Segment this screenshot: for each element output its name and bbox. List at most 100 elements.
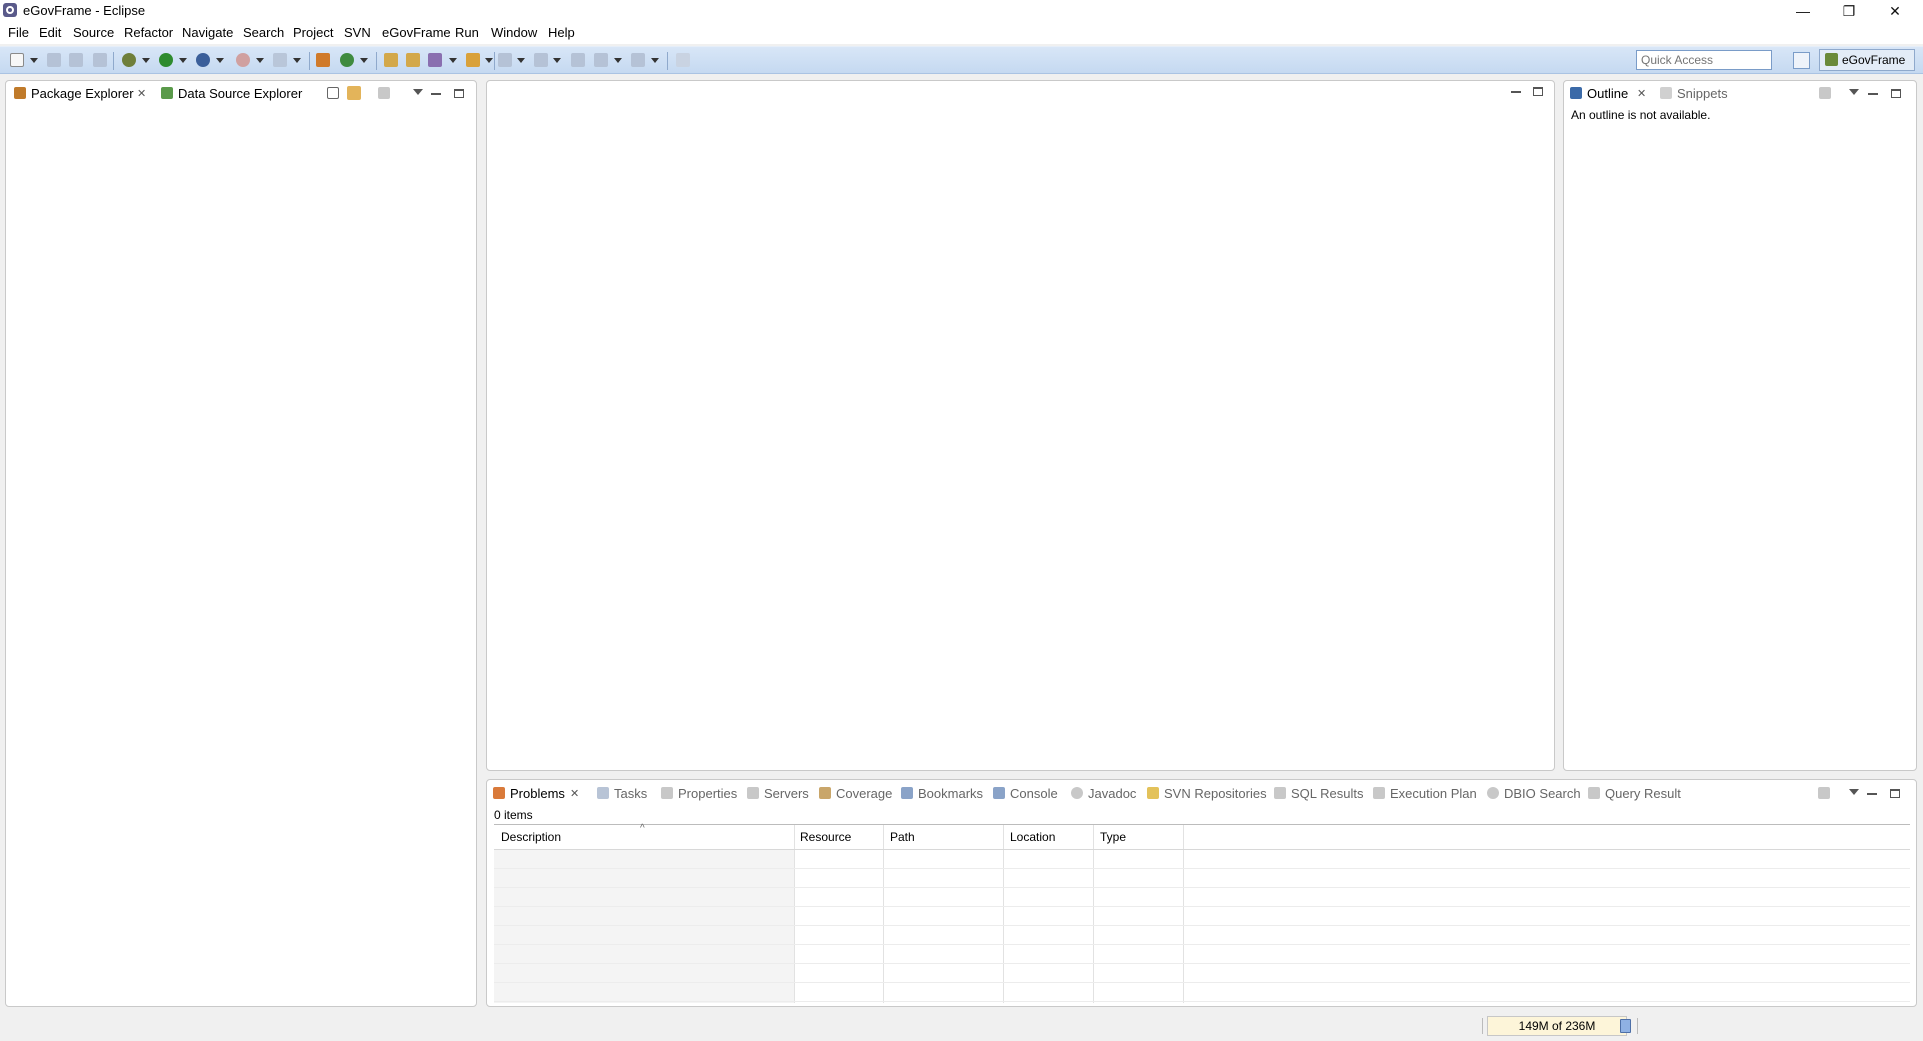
egovframe-perspective-button[interactable]: eGovFrame [1819,49,1915,71]
tab-outline[interactable]: Outline [1570,86,1628,101]
close-tab-icon[interactable]: ✕ [1637,87,1646,100]
view-menu-icon[interactable] [1849,89,1859,95]
close-button[interactable]: ✕ [1872,0,1918,22]
last-edit-location-icon[interactable] [571,53,585,67]
minimize-view-icon[interactable] [1868,93,1878,95]
filter-icon[interactable] [378,87,390,99]
minimize-view-icon[interactable] [1867,793,1877,795]
quick-access-input[interactable] [1636,50,1772,70]
menu-edit[interactable]: Edit [39,25,61,40]
previous-annotation-icon[interactable] [534,53,548,67]
tab-bookmarks[interactable]: Bookmarks [901,786,983,801]
view-menu-icon[interactable] [1849,789,1859,795]
close-tab-icon[interactable]: ✕ [137,87,146,100]
menu-search[interactable]: Search [243,25,284,40]
tab-javadoc[interactable]: Javadoc [1071,786,1136,801]
menu-project[interactable]: Project [293,25,333,40]
run-dropdown-icon[interactable] [179,58,187,63]
search-dropdown-icon[interactable] [449,58,457,63]
menu-file[interactable]: File [8,25,29,40]
link-with-editor-icon[interactable] [347,86,361,100]
minimize-button[interactable]: — [1780,0,1826,22]
menu-svn[interactable]: SVN [344,25,371,40]
server-dropdown-icon[interactable] [293,58,301,63]
tab-execution-plan[interactable]: Execution Plan [1373,786,1477,801]
debug-icon[interactable] [122,53,136,67]
menu-help[interactable]: Help [548,25,575,40]
external-tools-dropdown-icon[interactable] [256,58,264,63]
garbage-collect-icon[interactable] [1620,1019,1631,1033]
outline-empty-message: An outline is not available. [1571,108,1711,122]
next-annotation-icon[interactable] [498,53,512,67]
back-dropdown-icon[interactable] [614,58,622,63]
coverage-dropdown-icon[interactable] [216,58,224,63]
maximize-view-icon[interactable] [1891,89,1901,98]
new-icon[interactable] [10,53,24,67]
tab-properties[interactable]: Properties [661,786,737,801]
menu-refactor[interactable]: Refactor [124,25,173,40]
open-task-icon[interactable] [466,53,480,67]
heap-status[interactable]: 149M of 236M [1487,1016,1627,1036]
next-annotation-dropdown-icon[interactable] [517,58,525,63]
menu-egovframe[interactable]: eGovFrame [382,25,451,40]
tab-problems[interactable]: Problems [493,786,565,801]
maximize-view-icon[interactable] [1890,789,1900,798]
tab-sql-results[interactable]: SQL Results [1274,786,1364,801]
view-menu-icon[interactable] [413,89,423,95]
column-header-location[interactable]: Location [1010,830,1055,844]
new-dropdown-icon[interactable] [30,58,38,63]
minimize-view-icon[interactable] [431,93,441,95]
collapse-all-icon[interactable] [327,87,339,99]
pin-editor-icon[interactable] [676,53,690,67]
tab-svn-repositories[interactable]: SVN Repositories [1147,786,1267,801]
print-icon[interactable] [93,53,107,67]
problems-table[interactable]: Description ^ Resource Path Location Typ… [494,823,1910,1003]
focus-icon[interactable] [1819,87,1831,99]
tab-coverage[interactable]: Coverage [819,786,892,801]
column-header-type[interactable]: Type [1100,830,1126,844]
tab-package-explorer[interactable]: Package Explorer [14,86,134,101]
column-header-path[interactable]: Path [890,830,915,844]
new-class-dropdown-icon[interactable] [360,58,368,63]
server-icon[interactable] [273,53,287,67]
column-header-resource[interactable]: Resource [800,830,851,844]
table-row [494,963,1910,964]
minimize-editor-icon[interactable] [1511,91,1521,93]
toolbar-separator [309,52,310,70]
tab-dbio-search[interactable]: DBIO Search [1487,786,1581,801]
run-icon[interactable] [159,53,173,67]
maximize-view-icon[interactable] [454,89,464,98]
open-perspective-icon[interactable] [1793,52,1810,69]
close-tab-icon[interactable]: ✕ [570,787,579,800]
debug-dropdown-icon[interactable] [142,58,150,63]
tab-servers[interactable]: Servers [747,786,809,801]
tab-query-result[interactable]: Query Result [1588,786,1681,801]
menu-run[interactable]: Run [455,25,479,40]
tab-console[interactable]: Console [993,786,1058,801]
focus-icon[interactable] [1818,787,1830,799]
open-type-icon[interactable] [384,53,398,67]
back-icon[interactable] [594,53,608,67]
tab-data-source-explorer[interactable]: Data Source Explorer [161,86,302,101]
new-java-class-icon[interactable] [340,53,354,67]
menu-navigate[interactable]: Navigate [182,25,233,40]
column-header-description[interactable]: Description [501,830,561,844]
coverage-run-icon[interactable] [196,53,210,67]
search-icon[interactable] [428,53,442,67]
menu-source[interactable]: Source [73,25,114,40]
forward-dropdown-icon[interactable] [651,58,659,63]
outline-icon [1570,87,1582,99]
maximize-editor-icon[interactable] [1533,87,1543,96]
open-resource-icon[interactable] [406,53,420,67]
restore-button[interactable]: ❐ [1826,0,1872,22]
external-tools-icon[interactable] [236,53,250,67]
previous-annotation-dropdown-icon[interactable] [553,58,561,63]
save-all-icon[interactable] [69,53,83,67]
save-icon[interactable] [47,53,61,67]
tab-tasks[interactable]: Tasks [597,786,647,801]
forward-icon[interactable] [631,53,645,67]
new-java-project-icon[interactable] [316,53,330,67]
open-task-dropdown-icon[interactable] [485,58,493,63]
tab-snippets[interactable]: Snippets [1660,86,1728,101]
menu-window[interactable]: Window [491,25,537,40]
